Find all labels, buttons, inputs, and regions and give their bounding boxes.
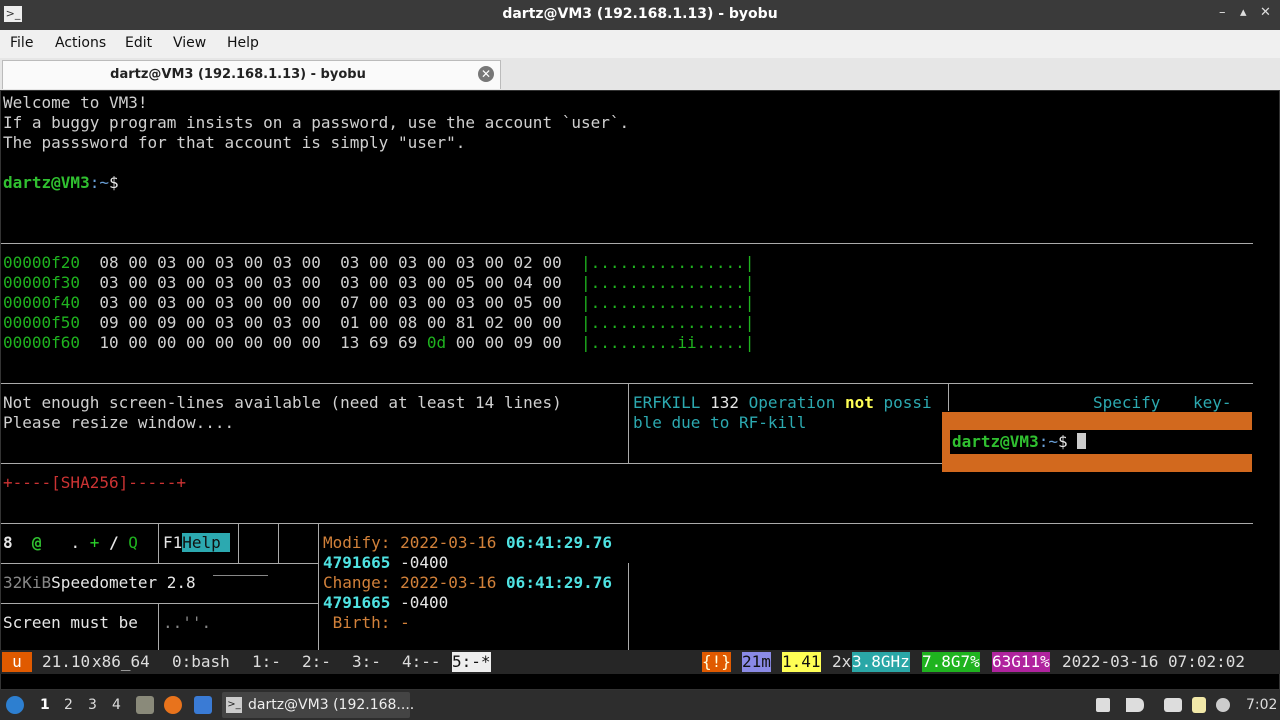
game-status: 8 @ . + / Q bbox=[3, 533, 138, 552]
taskbar-clock[interactable]: 7:02 bbox=[1246, 697, 1277, 713]
task-label: dartz@VM3 (192.168.... bbox=[248, 697, 415, 713]
specify-text: Specify bbox=[1093, 393, 1161, 412]
byobu-popup[interactable]: dartz@VM3:~$ bbox=[942, 412, 1252, 472]
pane-divider-v bbox=[278, 523, 279, 563]
hex-row: 00000f50 09 00 09 00 03 00 03 00 01 00 0… bbox=[3, 313, 755, 332]
workspace-4[interactable]: 4 bbox=[112, 697, 121, 713]
close-button[interactable]: ✕ bbox=[1260, 5, 1271, 20]
pane-divider-v bbox=[948, 383, 949, 411]
menu-actions[interactable]: Actions bbox=[55, 35, 106, 51]
pane-divider-v bbox=[158, 603, 159, 651]
alert-indicator: {!} bbox=[702, 652, 731, 672]
tab-bar: dartz@VM3 (192.168.1.13) - byobu ✕ bbox=[0, 58, 1280, 91]
power-icon[interactable] bbox=[1216, 698, 1230, 712]
pane-divider-v bbox=[158, 523, 159, 563]
tab-label: dartz@VM3 (192.168.1.13) - byobu bbox=[110, 67, 366, 82]
tab-close-icon[interactable]: ✕ bbox=[478, 66, 494, 82]
window-tab-5-active[interactable]: 5:-* bbox=[452, 652, 491, 672]
hex-row: 00000f20 08 00 03 00 03 00 03 00 03 00 0… bbox=[3, 253, 755, 272]
disk-usage: 63G11% bbox=[992, 652, 1050, 672]
stat-modify: Modify: 2022-03-16 06:41:29.76 bbox=[323, 533, 613, 552]
terminal-tab[interactable]: dartz@VM3 (192.168.1.13) - byobu ✕ bbox=[2, 60, 501, 89]
hex-row: 00000f30 03 00 03 00 03 00 03 00 03 00 0… bbox=[3, 273, 755, 292]
notes-icon[interactable] bbox=[1192, 697, 1206, 713]
stat-modify-2: 4791665 -0400 bbox=[323, 553, 449, 572]
shell-prompt: dartz@VM3:~$ bbox=[3, 173, 119, 192]
speedometer: 32KiBSpeedometer 2.8 bbox=[3, 573, 196, 592]
pane-divider bbox=[1, 563, 318, 564]
stat-birth: Birth: - bbox=[332, 613, 410, 632]
menu-file[interactable]: File bbox=[10, 35, 33, 51]
window-tab-2[interactable]: 2:- bbox=[302, 652, 331, 672]
hex-row: 00000f40 03 00 03 00 03 00 00 00 07 00 0… bbox=[3, 293, 755, 312]
show-desktop-icon[interactable] bbox=[194, 696, 212, 714]
window-tab-4[interactable]: 4:-- bbox=[402, 652, 441, 672]
menu-view[interactable]: View bbox=[173, 35, 206, 51]
firefox-icon[interactable] bbox=[164, 696, 182, 714]
screen-dots: ..''. bbox=[163, 613, 212, 632]
window-tab-3[interactable]: 3:- bbox=[352, 652, 381, 672]
byobu-datetime: 2022-03-16 07:02:02 bbox=[1062, 652, 1246, 671]
maximize-button[interactable]: ▴ bbox=[1240, 5, 1247, 20]
pane-divider bbox=[1, 383, 1253, 384]
resize-warning-2: Please resize window.... bbox=[3, 413, 235, 432]
workspace-2[interactable]: 2 bbox=[64, 697, 73, 713]
window-tab-1[interactable]: 1:- bbox=[252, 652, 281, 672]
screen-message: Screen must be bbox=[3, 613, 138, 632]
pane-divider-v bbox=[238, 523, 239, 563]
network-icon[interactable] bbox=[1164, 698, 1182, 712]
help-key[interactable]: F1Help bbox=[163, 533, 231, 553]
terminal-task-icon: >_ bbox=[226, 697, 242, 713]
popup-prompt: dartz@VM3:~$ bbox=[952, 432, 1087, 452]
stat-change: Change: 2022-03-16 06:41:29.76 bbox=[323, 573, 613, 592]
start-menu-icon[interactable] bbox=[6, 696, 24, 714]
byobu-status-bar: u 21.10 x86_64 0:bash 1:- 2:- 3:- 4:-- 5… bbox=[0, 650, 1280, 674]
terminal-area[interactable]: Welcome to VM3! If a buggy program insis… bbox=[0, 90, 1280, 690]
desktop-taskbar: 1 2 3 4 >_ dartz@VM3 (192.168.... 7:02 bbox=[0, 690, 1280, 720]
window-tab-0[interactable]: 0:bash bbox=[172, 652, 230, 672]
pane-divider-v bbox=[628, 563, 629, 651]
key-text: key- bbox=[1193, 393, 1232, 412]
keyboard-icon[interactable] bbox=[1096, 698, 1110, 712]
hex-row: 00000f60 10 00 00 00 00 00 00 00 13 69 6… bbox=[3, 333, 755, 352]
arch: x86_64 bbox=[92, 652, 150, 671]
popup-prompt-area[interactable]: dartz@VM3:~$ bbox=[950, 430, 1252, 454]
workspace-1[interactable]: 1 bbox=[40, 697, 50, 713]
workspace-3[interactable]: 3 bbox=[88, 697, 97, 713]
taskbar-task-terminal[interactable]: >_ dartz@VM3 (192.168.... bbox=[222, 692, 414, 718]
pane-divider bbox=[1, 463, 943, 464]
os-release: 21.10 bbox=[42, 652, 91, 671]
volume-icon[interactable] bbox=[1126, 698, 1144, 712]
pane-divider-v bbox=[628, 383, 629, 463]
motd-line-3: The passsword for that account is simply… bbox=[3, 133, 466, 152]
menubar: File Actions Edit View Help bbox=[0, 30, 1280, 58]
motd-line-2: If a buggy program insists on a password… bbox=[3, 113, 630, 132]
load-average: 1.41 bbox=[782, 652, 821, 672]
window-title: dartz@VM3 (192.168.1.13) - byobu bbox=[502, 6, 778, 22]
pane-divider bbox=[1, 603, 318, 604]
file-manager-icon[interactable] bbox=[136, 696, 154, 714]
byobu-logo: u bbox=[2, 652, 32, 672]
pane-divider-v bbox=[318, 523, 319, 651]
stat-change-2: 4791665 -0400 bbox=[323, 593, 449, 612]
text-cursor bbox=[1077, 433, 1087, 449]
speed-bar bbox=[213, 575, 268, 576]
rfkill-message: ERFKILL 132 Operation not possi bbox=[633, 393, 932, 412]
memory-total: 7.8G7% bbox=[922, 652, 980, 672]
window-titlebar[interactable]: >_ dartz@VM3 (192.168.1.13) - byobu – ▴ … bbox=[0, 0, 1280, 30]
uptime: 21m bbox=[742, 652, 771, 672]
resize-warning-1: Not enough screen-lines available (need … bbox=[3, 393, 562, 412]
motd-line-1: Welcome to VM3! bbox=[3, 93, 148, 112]
rfkill-message-2: ble due to RF-kill bbox=[633, 413, 807, 432]
pane-divider bbox=[1, 243, 1253, 244]
menu-help[interactable]: Help bbox=[227, 35, 259, 51]
menu-edit[interactable]: Edit bbox=[125, 35, 152, 51]
cpu-count: 2x bbox=[832, 652, 852, 671]
cpu-frequency: 3.8GHz bbox=[852, 652, 910, 672]
pane-divider bbox=[1, 523, 1253, 524]
minimize-button[interactable]: – bbox=[1219, 5, 1226, 20]
sha256-box: +----[SHA256]-----+ bbox=[3, 473, 187, 492]
